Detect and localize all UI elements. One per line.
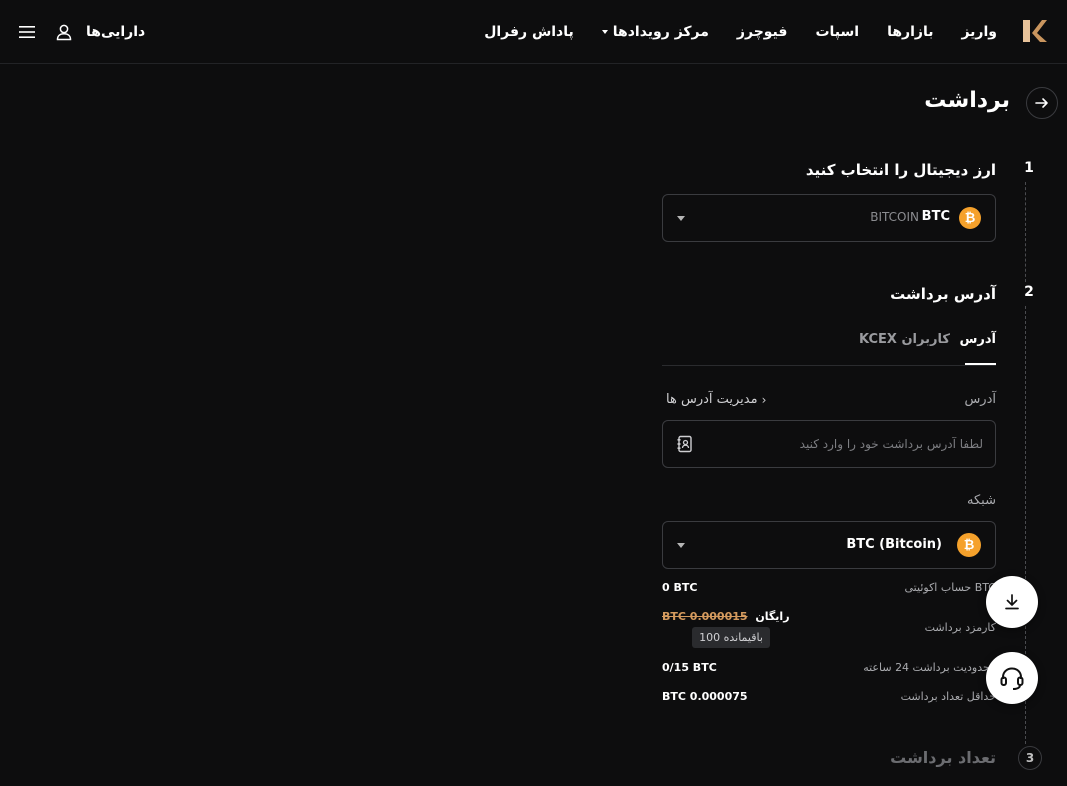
tab-kcex-users[interactable]: کاربران KCEX bbox=[859, 332, 950, 347]
nav-futures[interactable]: فیوچرز bbox=[737, 24, 788, 40]
nav-spot[interactable]: اسپات bbox=[815, 24, 859, 40]
network-label: شبکه bbox=[967, 493, 996, 508]
step-3-number: 3 bbox=[1018, 746, 1042, 770]
min-withdraw-label: حداقل تعداد برداشت bbox=[900, 690, 996, 703]
download-icon bbox=[1005, 594, 1019, 610]
bitcoin-icon: ₿ bbox=[959, 207, 981, 229]
headset-icon bbox=[1000, 667, 1024, 690]
step-2-number: 2 bbox=[1024, 284, 1034, 300]
min-withdraw-value: BTC 0.000075 bbox=[662, 690, 748, 703]
step-2-title: آدرس برداشت bbox=[890, 285, 996, 303]
nav-deposit[interactable]: واریز bbox=[961, 24, 997, 40]
step-3-title: تعداد برداشت bbox=[890, 748, 996, 767]
daily-limit-value: 0/15 BTC bbox=[662, 661, 717, 674]
equity-value: 0 BTC bbox=[662, 581, 698, 594]
fee-value: BTC 0.000015 رایگان bbox=[662, 610, 790, 623]
nav-referral[interactable]: پاداش رفرال bbox=[484, 24, 574, 40]
nav-events-center[interactable]: مرکز رویدادها bbox=[601, 24, 709, 40]
tabs-divider bbox=[662, 365, 996, 366]
manage-addresses-label: مدیریت آدرس ها bbox=[666, 392, 758, 407]
back-button[interactable] bbox=[1026, 87, 1058, 119]
network-value: BTC (Bitcoin) bbox=[846, 537, 942, 552]
download-button[interactable] bbox=[986, 576, 1038, 628]
page-title: برداشت bbox=[924, 88, 1010, 113]
fee-label: کارمزد برداشت bbox=[924, 621, 996, 634]
caret-down-icon bbox=[677, 216, 685, 221]
manage-addresses-link[interactable]: ‹ مدیریت آدرس ها bbox=[666, 392, 766, 407]
tab-address[interactable]: آدرس bbox=[959, 332, 996, 347]
top-header: واریز بازارها اسپات فیوچرز مرکز رویدادها… bbox=[0, 0, 1067, 64]
address-label: آدرس bbox=[964, 392, 996, 407]
coin-select[interactable]: BITCOIN BTC ₿ bbox=[662, 194, 996, 242]
fee-original: BTC 0.000015 bbox=[662, 610, 748, 623]
coin-symbol: BTC bbox=[921, 209, 950, 224]
address-field[interactable] bbox=[662, 420, 996, 468]
chevron-left-icon: ‹ bbox=[761, 392, 767, 407]
remaining-badge: باقیمانده 100 bbox=[692, 627, 770, 648]
daily-limit-label: محدودیت برداشت 24 ساعته bbox=[863, 661, 996, 674]
header-actions: دارایی‌ها bbox=[18, 0, 145, 64]
coin-name: BITCOIN bbox=[870, 210, 919, 224]
assets-link[interactable]: دارایی‌ها bbox=[86, 24, 145, 40]
chevron-down-icon bbox=[601, 30, 608, 34]
network-select[interactable]: BTC (Bitcoin) ₿ bbox=[662, 521, 996, 569]
nav-events-label: مرکز رویدادها bbox=[612, 24, 709, 40]
caret-down-icon bbox=[677, 543, 685, 548]
fee-free: رایگان bbox=[755, 610, 790, 623]
main-nav: واریز بازارها اسپات فیوچرز مرکز رویدادها… bbox=[484, 0, 997, 64]
step-1-title: ارز دیجیتال را انتخاب کنید bbox=[805, 161, 996, 179]
address-input[interactable] bbox=[703, 421, 983, 467]
nav-markets[interactable]: بازارها bbox=[887, 24, 933, 40]
equity-label: BTC حساب اکوئیتی bbox=[904, 581, 996, 594]
step-1-number: 1 bbox=[1024, 160, 1034, 176]
step-connector bbox=[1025, 182, 1026, 282]
arrow-right-icon bbox=[1035, 98, 1048, 108]
address-book-icon[interactable] bbox=[676, 435, 694, 453]
hamburger-menu-icon[interactable] bbox=[18, 23, 36, 41]
user-icon[interactable] bbox=[54, 22, 74, 42]
kcex-logo[interactable] bbox=[1020, 17, 1048, 45]
support-button[interactable] bbox=[986, 652, 1038, 704]
bitcoin-icon: ₿ bbox=[957, 533, 981, 557]
